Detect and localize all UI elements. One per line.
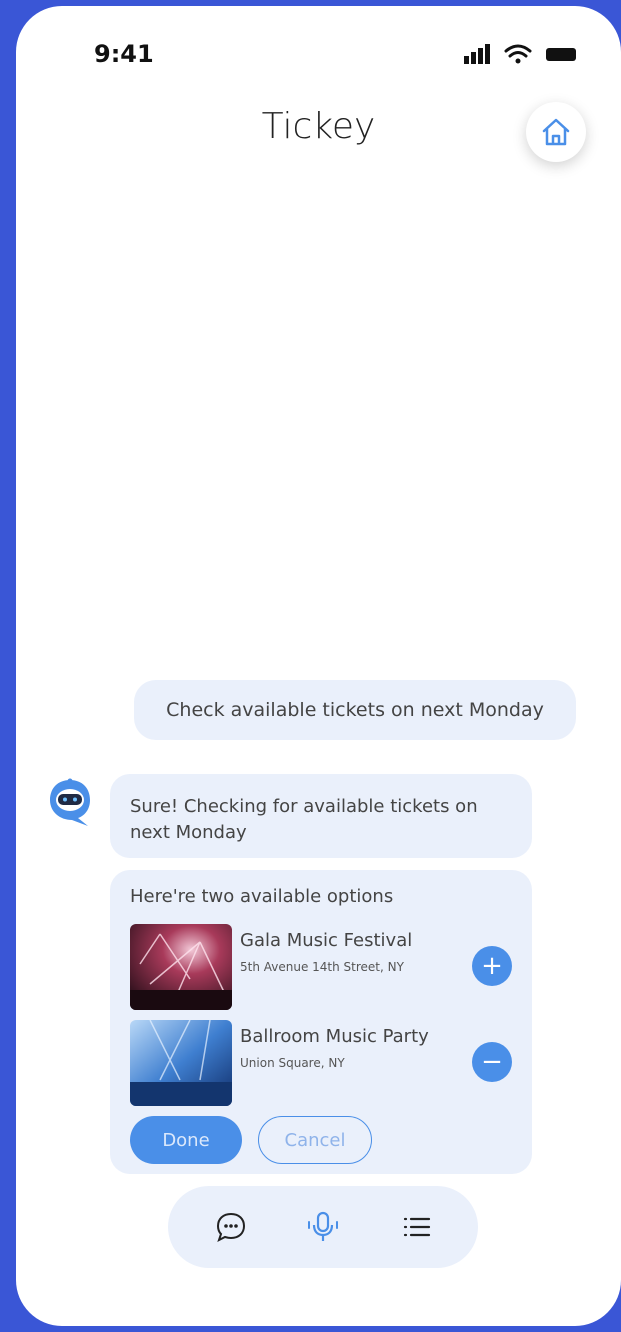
bot-message-bubble: Sure! Checking for available tickets on … [110,774,532,858]
menu-button[interactable] [400,1210,434,1244]
microphone-icon [308,1211,338,1241]
add-ticket-button[interactable]: + [472,946,512,986]
cancel-button[interactable]: Cancel [258,1116,372,1164]
status-icons [464,44,576,64]
user-message-text: Check available tickets on next Monday [166,699,544,721]
home-icon [542,118,570,146]
bottom-nav-bar [168,1186,478,1268]
wifi-icon [504,44,532,64]
event-thumbnail [130,1020,232,1106]
home-button[interactable] [526,102,586,162]
bot-avatar-icon [50,778,90,826]
phone-screen: 9:41 Tickey Check available tickets on n… [16,6,621,1326]
ticket-option[interactable]: Gala Music Festival 5th Avenue 14th Stre… [130,924,520,1010]
options-heading: Here're two available options [130,886,394,907]
event-thumbnail [130,924,232,1010]
plus-icon: + [481,951,503,981]
minus-icon: − [481,1047,503,1077]
event-name: Gala Music Festival [240,930,413,951]
event-name: Ballroom Music Party [240,1026,429,1047]
menu-icon [403,1217,431,1237]
status-time: 9:41 [94,40,154,68]
user-message-bubble: Check available tickets on next Monday [134,680,576,740]
signal-icon [464,44,490,64]
event-address: Union Square, NY [240,1056,345,1070]
done-button[interactable]: Done [130,1116,242,1164]
chat-icon [216,1212,246,1242]
voice-button[interactable] [306,1210,340,1244]
bot-message-text: Sure! Checking for available tickets on … [130,796,478,843]
ticket-options-card: Here're two available options Gala Music… [110,870,532,1174]
battery-icon [546,48,576,61]
event-address: 5th Avenue 14th Street, NY [240,960,404,974]
remove-ticket-button[interactable]: − [472,1042,512,1082]
chat-button[interactable] [214,1210,248,1244]
ticket-option[interactable]: Ballroom Music Party Union Square, NY − [130,1020,520,1106]
